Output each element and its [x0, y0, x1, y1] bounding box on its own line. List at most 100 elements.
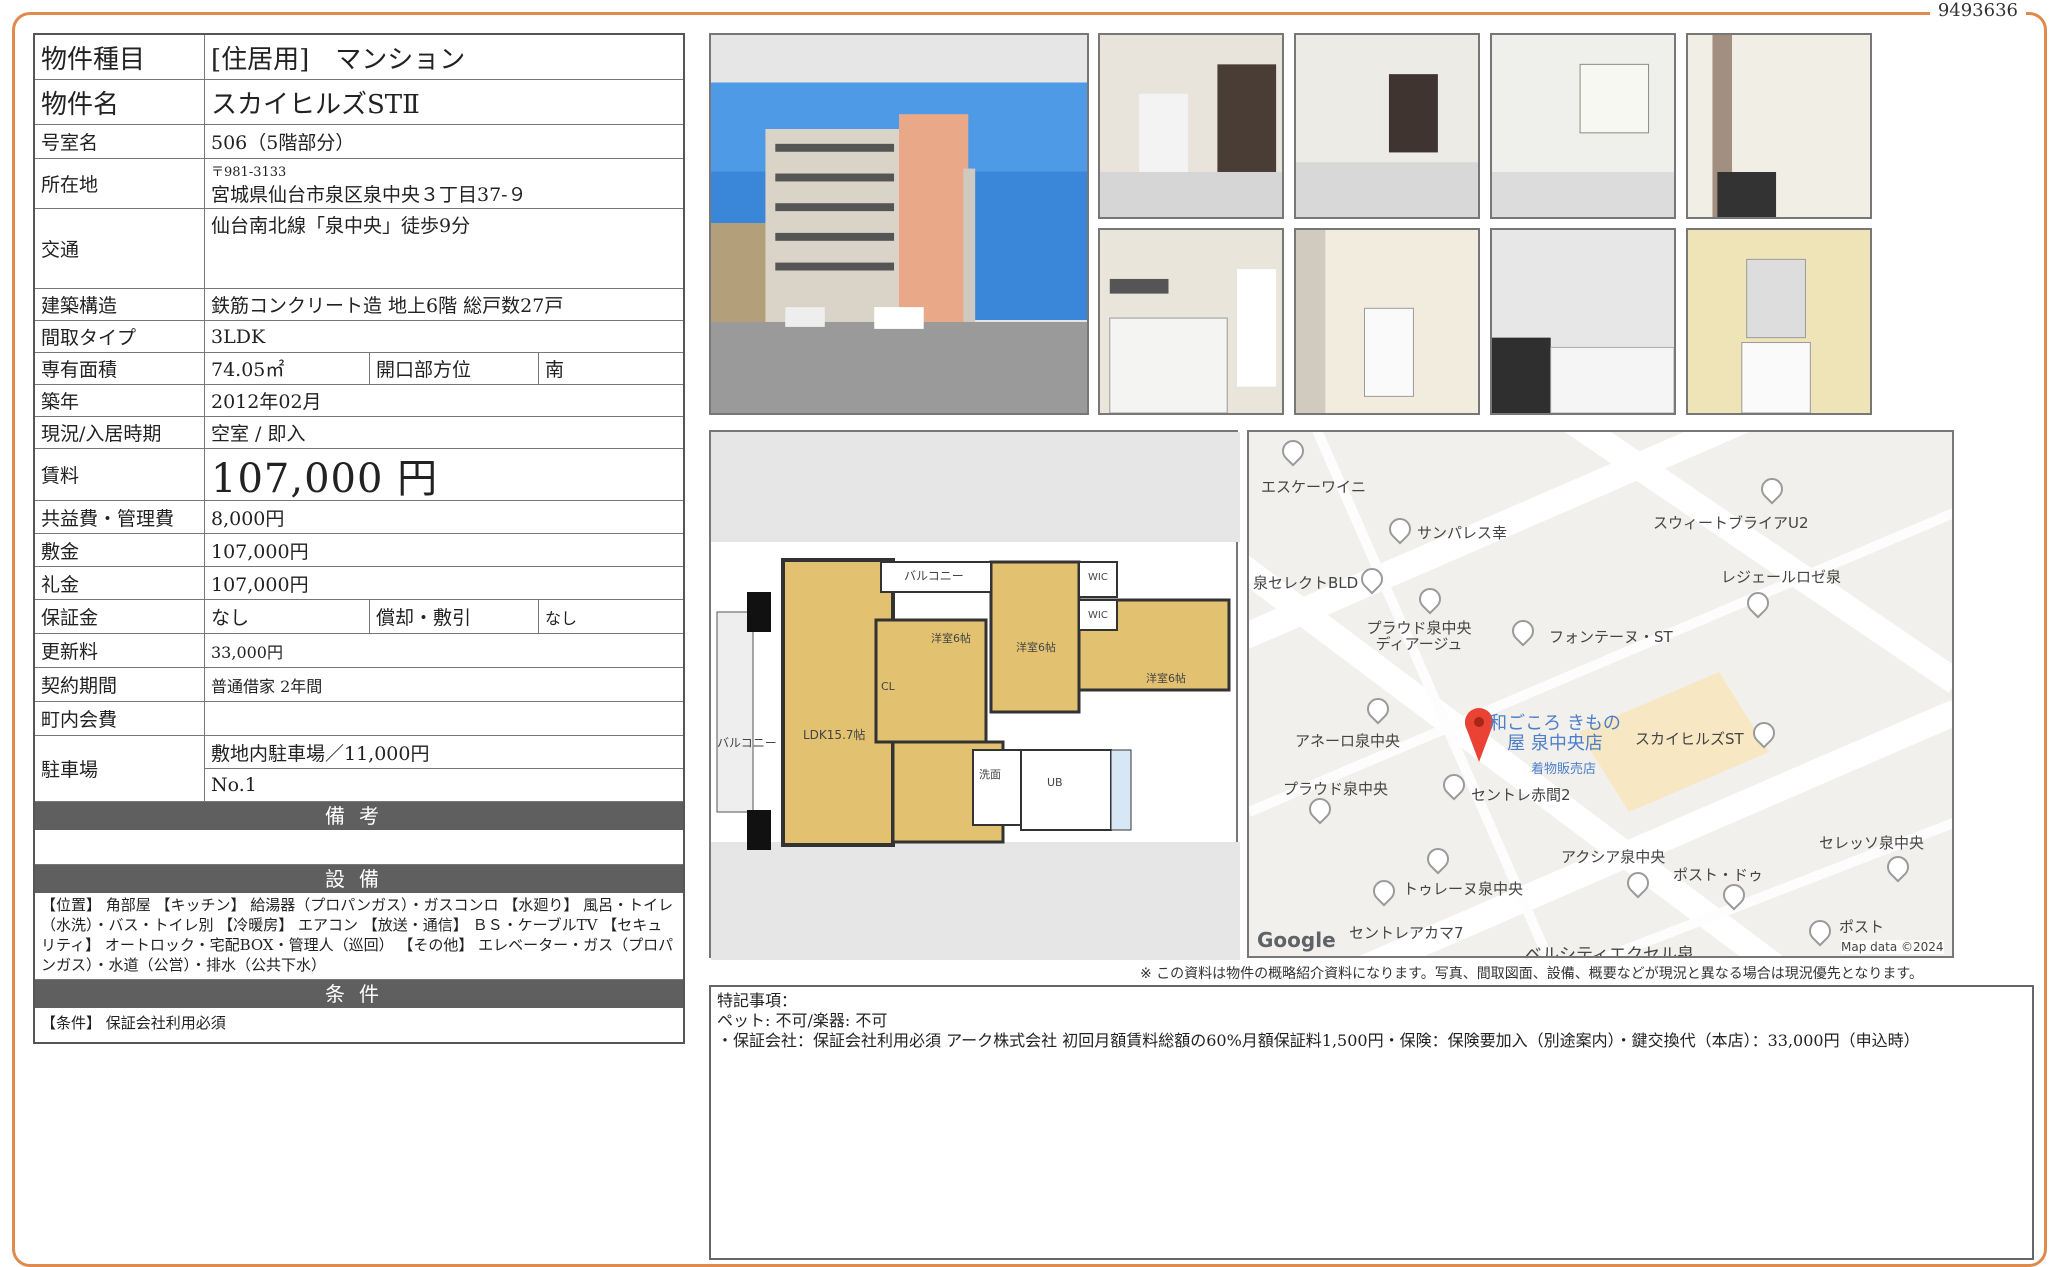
status-label: 現況/入居時期 [35, 417, 205, 448]
amort-value: なし [545, 608, 578, 628]
interior-photo-8 [1686, 228, 1872, 415]
wic1-label: WIC [1088, 572, 1108, 583]
transit-label: 交通 [35, 209, 205, 288]
map-label: ポスト・ドゥ [1673, 866, 1764, 884]
room-value: 506（5階部分） [211, 132, 355, 154]
rent-label: 賃料 [35, 449, 205, 500]
map-label: フォンテーヌ・ST [1549, 628, 1673, 646]
rent-value: 107,000 円 [211, 455, 439, 502]
interior-photo-5 [1098, 228, 1284, 415]
facility-text: 【位置】 角部屋 【キッチン】 給湯器（プロパンガス）・ガスコンロ 【水廻り】 … [35, 893, 683, 980]
guarantee-label: 保証金 [35, 600, 205, 633]
interior-photo-2 [1294, 33, 1480, 219]
ldk-label: LDK15.7帖 [803, 728, 866, 742]
area-label: 専有面積 [35, 353, 205, 384]
bathroom-label: UB [1047, 776, 1063, 789]
map-label: トゥレーヌ泉中央 [1403, 880, 1524, 898]
layout-value: 3LDK [211, 325, 266, 348]
row-address: 所在地 〒981-3133 宮城県仙台市泉区泉中央３丁目37-９ [35, 159, 683, 209]
postal-code: 〒981-3133 [211, 164, 287, 180]
property-spec-table: 物件種目 [住居用] マンション 物件名 スカイヒルズSTⅡ 号室名 506（5… [33, 33, 685, 1044]
name-label: 物件名 [35, 80, 205, 124]
status-value: 空室 / 即入 [211, 423, 306, 445]
remarks-section-title: 備考 [35, 802, 683, 830]
map-attribution: Map data ©2024 [1841, 940, 1944, 954]
wic2-label: WIC [1088, 610, 1108, 621]
parking-value: 敷地内駐車場／11,000円 [205, 736, 683, 769]
guarantee-value: なし [211, 607, 250, 629]
washroom-label: 洗面 [979, 768, 1001, 781]
condition-text: 【条件】 保証会社利用必須 [41, 1014, 226, 1032]
map-label: ベルシティエクセル泉 [1525, 945, 1694, 958]
deposit-value: 107,000円 [211, 540, 309, 563]
map-label: レジェールロゼ泉 [1721, 568, 1842, 586]
row-keymoney: 礼金 107,000円 [35, 567, 683, 600]
map-label: アネーロ泉中央 [1295, 732, 1401, 750]
map-label: スウィートブライアU2 [1653, 514, 1809, 532]
row-name: 物件名 スカイヒルズSTⅡ [35, 80, 683, 125]
map-label: サンパレス幸 [1417, 524, 1508, 542]
map-label: スカイヒルズST [1635, 730, 1744, 748]
community-value [205, 702, 683, 735]
balcony-side-label: バルコニー [717, 736, 777, 750]
map-label: 泉セレクトBLD [1253, 574, 1359, 592]
area-value: 74.05㎡ [211, 359, 285, 381]
map-label: プラウド泉中央 [1283, 780, 1389, 798]
row-room: 号室名 506（5階部分） [35, 125, 683, 159]
exterior-photo [709, 33, 1089, 415]
parking-label: 駐車場 [35, 736, 205, 801]
structure-value: 鉄筋コンクリート造 地上6階 総戸数27戸 [211, 295, 564, 317]
renewal-value: 33,000円 [211, 642, 283, 662]
location-map[interactable]: エスケーワイニ サンパレス幸 泉セレクトBLD プラウド泉中央ディアージュ フォ… [1247, 430, 1954, 958]
built-value: 2012年02月 [211, 391, 322, 413]
document-id: 9493636 [1929, 0, 2026, 21]
name-value: スカイヒルズSTⅡ [211, 89, 420, 120]
map-label: アクシア泉中央 [1561, 848, 1666, 866]
special-remarks-box: 特記事項： ペット: 不可/楽器: 不可 ・保証会社：保証会社利用必須 アーク株… [709, 985, 2034, 1260]
interior-photo-6 [1294, 228, 1480, 415]
row-community: 町内会費 [35, 702, 683, 736]
row-guarantee: 保証金 なし 償却・敷引 なし [35, 600, 683, 634]
row-built: 築年 2012年02月 [35, 385, 683, 417]
remarks-line-pets: ペット: 不可/楽器: 不可 [717, 1011, 888, 1030]
contract-value: 普通借家 2年間 [211, 676, 323, 696]
direction-label: 開口部方位 [369, 353, 539, 384]
row-rent: 賃料 107,000 円 [35, 449, 683, 502]
row-type: 物件種目 [住居用] マンション [35, 35, 683, 80]
facility-section-title: 設備 [35, 865, 683, 893]
parking-number: No.1 [211, 774, 257, 796]
direction-value: 南 [545, 359, 565, 381]
type-label: 物件種目 [35, 35, 205, 79]
room-label: 号室名 [35, 125, 205, 158]
row-structure: 建築構造 鉄筋コンクリート造 地上6階 総戸数27戸 [35, 289, 683, 321]
interior-photo-7 [1490, 228, 1676, 415]
row-contract: 契約期間 普通借家 2年間 [35, 668, 683, 702]
deposit-label: 敷金 [35, 534, 205, 566]
fee-value: 8,000円 [211, 507, 285, 530]
balcony-top-label: バルコニー [904, 569, 964, 583]
floor-plan: バルコニー バルコニー 洋室6帖 洋室6帖 洋室6帖 LDK15.7帖 CL W… [709, 430, 1240, 960]
row-area: 専有面積 74.05㎡ 開口部方位 南 [35, 353, 683, 385]
map-label: エスケーワイニ [1261, 478, 1367, 496]
keymoney-label: 礼金 [35, 567, 205, 599]
keymoney-value: 107,000円 [211, 573, 309, 596]
layout-label: 間取タイプ [35, 321, 205, 352]
map-label: セレッソ泉中央 [1819, 834, 1925, 852]
row-renewal: 更新料 33,000円 [35, 634, 683, 668]
row-fee: 共益費・管理費 8,000円 [35, 501, 683, 534]
google-logo: Google [1257, 928, 1336, 952]
row-deposit: 敷金 107,000円 [35, 534, 683, 567]
community-label: 町内会費 [35, 702, 205, 735]
room2-label: 洋室6帖 [1016, 641, 1056, 654]
row-layout: 間取タイプ 3LDK [35, 321, 683, 353]
closet-label: CL [881, 680, 895, 693]
transit-value: 仙台南北線「泉中央」徒歩9分 [211, 215, 471, 237]
disclaimer-text: ※ この資料は物件の概略紹介資料になります。写真、間取図面、設備、概要などが現況… [1140, 966, 1923, 982]
room3-label: 洋室6帖 [1146, 672, 1186, 685]
remarks-line-guarantor: ・保証会社：保証会社利用必須 アーク株式会社 初回月額賃料総額の60%月額保証料… [717, 1031, 1920, 1050]
interior-photo-3 [1490, 33, 1676, 219]
address-value: 宮城県仙台市泉区泉中央３丁目37-９ [211, 183, 527, 206]
row-parking: 駐車場 敷地内駐車場／11,000円 No.1 [35, 736, 683, 802]
contract-label: 契約期間 [35, 668, 205, 701]
fee-label: 共益費・管理費 [35, 501, 205, 533]
